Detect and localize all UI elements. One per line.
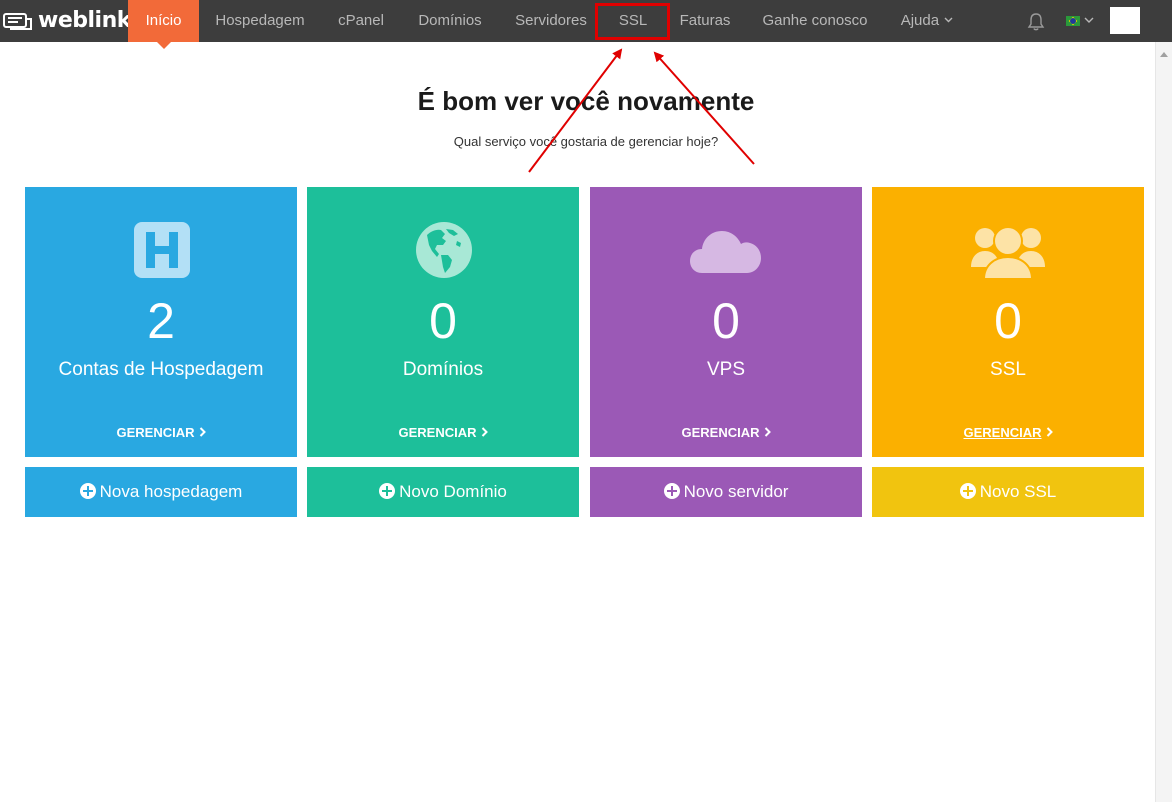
top-navbar: weblink Início Hospedagem cPanel Domínio… [0,0,1172,49]
nav-item-label: Ganhe conosco [762,12,868,29]
nav-item-ssl[interactable]: SSL [598,0,668,42]
scroll-up-arrow-icon[interactable] [1160,52,1168,57]
nav-item-faturas[interactable]: Faturas [672,0,738,42]
chevron-right-icon [481,427,488,437]
brand-name: weblink [38,8,131,33]
plus-circle-icon [79,483,96,499]
brand-logo[interactable]: weblink [0,0,131,42]
nav-item-label: Ajuda [900,12,940,29]
active-caret [156,42,171,49]
nav-item-ganhe-conosco[interactable]: Ganhe conosco [752,0,878,42]
page-title: É bom ver você novamente [417,86,755,116]
users-icon [971,226,1045,279]
nav-item-inicio[interactable]: Início [128,0,199,49]
new-server-button[interactable]: Novo servidor [590,467,862,517]
nav-item-label: Início [145,12,182,29]
nav-item-label: SSL [618,12,648,29]
cloud-icon [690,231,761,273]
nav-item-ajuda[interactable]: Ajuda [892,0,962,42]
chevron-right-icon [1046,427,1053,437]
bell-icon[interactable] [1026,12,1046,32]
manage-domains-link[interactable]: GERENCIAR [307,425,579,440]
nav-item-servidores[interactable]: Servidores [505,0,597,42]
globe-icon [416,222,472,278]
domains-count: 0 [429,293,457,349]
card-domains: 0 Domínios GERENCIAR [307,187,579,457]
vertical-scrollbar[interactable] [1155,42,1172,802]
card-ssl: 0 SSL GERENCIAR [872,187,1144,457]
nav-item-hospedagem[interactable]: Hospedagem [205,0,315,42]
card-vps: 0 VPS GERENCIAR [590,187,862,457]
card-hosting: 2 Contas de Hospedagem GERENCIAR [25,187,297,457]
new-ssl-button[interactable]: Novo SSL [872,467,1144,517]
new-domain-button[interactable]: Novo Domínio [307,467,579,517]
nav-item-label: Hospedagem [215,12,305,29]
nav-item-label: cPanel [338,12,384,29]
hosting-label: Contas de Hospedagem [58,359,264,380]
ssl-count: 0 [994,293,1022,349]
new-hosting-button[interactable]: Nova hospedagem [25,467,297,517]
plus-circle-icon [663,483,680,499]
language-chevron-down-icon[interactable] [1084,12,1094,30]
nav-item-label: Servidores [515,12,587,29]
hosting-count: 2 [147,293,175,349]
chevron-down-icon [944,17,953,23]
manage-vps-link[interactable]: GERENCIAR [590,425,862,440]
nav-item-dominios[interactable]: Domínios [405,0,495,42]
hosting-h-icon [134,222,190,278]
nav-item-label: Domínios [418,12,482,29]
manage-hosting-link[interactable]: GERENCIAR [25,425,297,440]
chevron-right-icon [199,427,206,437]
weblink-logo-icon [3,13,32,30]
vps-label: VPS [706,359,746,380]
nav-item-cpanel[interactable]: cPanel [325,0,397,42]
domains-label: Domínios [402,359,484,380]
manage-ssl-link[interactable]: GERENCIAR [872,425,1144,440]
ssl-label: SSL [990,359,1026,380]
nav-item-label: Faturas [679,12,731,29]
plus-circle-icon [959,483,976,499]
chevron-right-icon [764,427,771,437]
plus-circle-icon [379,483,396,499]
avatar[interactable] [1110,7,1140,34]
page-subtitle: Qual serviço você gostaria de gerenciar … [453,134,719,149]
brazil-flag-icon[interactable] [1066,16,1080,26]
vps-count: 0 [712,293,740,349]
